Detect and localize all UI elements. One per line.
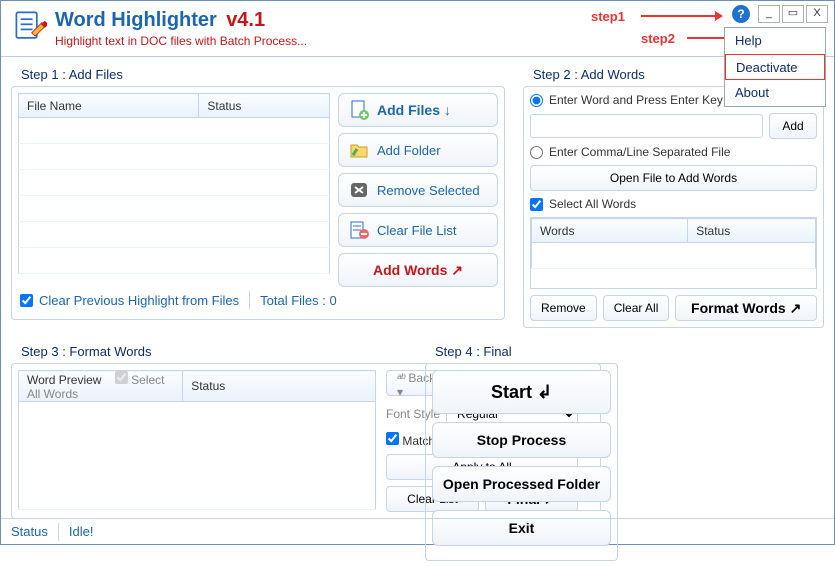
format-words-table[interactable]: Word Preview Select All Words Status — [18, 370, 376, 510]
close-button[interactable]: X — [806, 5, 828, 23]
col-word-preview: Word Preview — [27, 373, 101, 387]
help-dropdown: Help Deactivate About — [724, 27, 826, 107]
col-format-status[interactable]: Status — [183, 371, 376, 402]
select-all-words-label: Select All Words — [549, 197, 636, 211]
enter-file-label: Enter Comma/Line Separated File — [549, 145, 730, 159]
select-all-words-checkbox[interactable]: Select All Words — [530, 197, 817, 211]
clear-file-list-button[interactable]: Clear File List — [338, 213, 498, 247]
clear-all-words-button[interactable]: Clear All — [603, 295, 670, 321]
remove-word-button[interactable]: Remove — [530, 295, 597, 321]
col-words-status[interactable]: Status — [688, 219, 816, 243]
enter-file-radio-input[interactable] — [530, 146, 543, 159]
status-bar: Status Idle! — [1, 518, 834, 544]
app-title: Word Highlighter — [55, 9, 217, 31]
arrow-step1-icon — [641, 7, 723, 25]
col-words[interactable]: Words — [532, 219, 688, 243]
menu-help[interactable]: Help — [725, 28, 825, 54]
app-subtitle: Highlight text in DOC files with Batch P… — [55, 34, 307, 48]
minimize-button[interactable]: _ — [758, 5, 780, 23]
help-icon[interactable]: ? — [732, 5, 750, 23]
col-file-name[interactable]: File Name — [19, 94, 199, 118]
clear-previous-input[interactable] — [20, 294, 33, 307]
clear-file-list-label: Clear File List — [377, 223, 456, 238]
annotation-step1: step1 — [591, 9, 625, 24]
open-file-button[interactable]: Open File to Add Words — [530, 165, 817, 191]
status-label: Status — [11, 524, 48, 539]
add-words-label: Add Words ↗ — [373, 262, 463, 279]
total-files-label: Total Files : 0 — [260, 293, 337, 308]
clear-list-icon — [349, 220, 369, 240]
word-input[interactable] — [530, 114, 763, 138]
divider — [58, 523, 59, 541]
open-processed-folder-button[interactable]: Open Processed Folder — [432, 466, 611, 502]
match-case-input[interactable] — [386, 432, 399, 445]
app-version: v4.1 — [226, 9, 265, 31]
remove-selected-button[interactable]: Remove Selected — [338, 173, 498, 207]
add-folder-label: Add Folder — [377, 143, 441, 158]
words-table[interactable]: Words Status — [531, 218, 816, 269]
folder-icon — [349, 140, 369, 160]
menu-about[interactable]: About — [725, 80, 825, 106]
file-list-table[interactable]: File Name Status — [18, 93, 330, 274]
stop-process-button[interactable]: Stop Process — [432, 422, 611, 458]
enter-word-radio-input[interactable] — [530, 94, 543, 107]
select-all-words-input[interactable] — [530, 198, 543, 211]
clear-previous-checkbox[interactable]: Clear Previous Highlight from Files — [20, 293, 239, 308]
select-all-words-3-input — [115, 371, 128, 384]
format-words-button[interactable]: Format Words ↗ — [675, 295, 817, 321]
step1-heading: Step 1 : Add Files — [11, 63, 503, 86]
menu-deactivate[interactable]: Deactivate — [725, 54, 825, 80]
step4-heading: Step 4 : Final — [425, 340, 618, 363]
add-words-button[interactable]: Add Words ↗ — [338, 253, 498, 287]
start-button[interactable]: Start ↲ — [432, 370, 611, 414]
remove-selected-label: Remove Selected — [377, 183, 480, 198]
app-icon — [13, 9, 47, 43]
status-value: Idle! — [69, 524, 94, 539]
divider — [249, 291, 250, 309]
remove-icon — [349, 180, 369, 200]
enter-word-label: Enter Word and Press Enter Key — [549, 93, 723, 107]
add-files-label: Add Files ↓ — [377, 102, 451, 118]
add-files-button[interactable]: Add Files ↓ — [338, 93, 498, 127]
enter-file-radio[interactable]: Enter Comma/Line Separated File — [530, 145, 817, 159]
annotation-step2: step2 — [641, 31, 675, 46]
restore-button[interactable]: ▭ — [782, 5, 804, 23]
file-add-icon — [349, 100, 369, 120]
add-word-button[interactable]: Add — [769, 113, 817, 139]
step1-section: Step 1 : Add Files File Name Status — [1, 57, 513, 334]
add-folder-button[interactable]: Add Folder — [338, 133, 498, 167]
clear-previous-label: Clear Previous Highlight from Files — [39, 293, 239, 308]
col-status[interactable]: Status — [199, 94, 330, 118]
